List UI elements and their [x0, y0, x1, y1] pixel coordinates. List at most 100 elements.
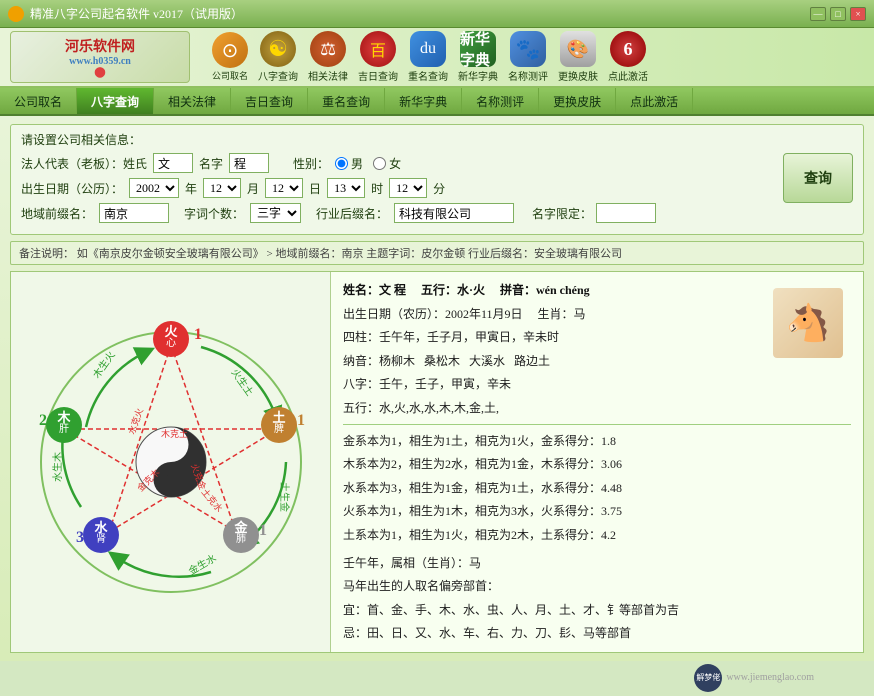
month-label: 月 [247, 180, 259, 197]
toolbar-jiri[interactable]: 百 吉日查询 [356, 29, 400, 85]
year-line: 壬午年，属相（生肖）：马 [343, 553, 851, 575]
toolbar-bazi[interactable]: ☯ 八字查询 [256, 29, 300, 85]
toolbar-jihuo[interactable]: 6 点此激活 [606, 29, 650, 85]
svg-text:土: 土 [272, 410, 285, 425]
region-input[interactable] [99, 203, 169, 223]
nav-bar: 公司取名 八字查询 相关法律 吉日查询 重名查询 新华字典 名称测评 更换皮肤 … [0, 88, 874, 116]
toolbar-mingcheng[interactable]: 🐾 名称测评 [506, 29, 550, 85]
zodiac-section: 壬午年，属相（生肖）：马 马年出生的人取名偏旁部首： 宜：首、金、手、木、水、虫… [343, 553, 851, 645]
bazi-line: 八字：壬午，壬子，甲寅，辛未 [343, 374, 851, 396]
svg-text:水: 水 [94, 520, 108, 535]
legal-rep-label: 法人代表（老板）：姓氏 [21, 155, 147, 172]
gender-female-radio[interactable] [373, 157, 386, 170]
nav-jihuo[interactable]: 点此激活 [616, 88, 693, 114]
name-input[interactable] [229, 153, 269, 173]
svg-text:木: 木 [56, 410, 71, 425]
nav-bazi[interactable]: 八字查询 [77, 88, 154, 114]
svg-text:2: 2 [39, 412, 47, 429]
year-label: 年 [185, 180, 197, 197]
nav-gongsi[interactable]: 公司取名 [0, 88, 77, 114]
toolbar-pf[interactable]: 🎨 更换皮肤 [556, 29, 600, 85]
close-button[interactable]: × [850, 7, 866, 21]
form-fields: 法人代表（老板）：姓氏 名字 性别： 男 女 [21, 153, 775, 228]
industry-label: 行业后缀名： [316, 205, 388, 222]
note-label: 备注说明： [19, 248, 74, 260]
form-row-location: 地域前缀名： 字词个数： 二字 三字 四字 五字 行业后缀名： [21, 203, 775, 223]
svg-text:火生土: 火生土 [228, 366, 256, 398]
hour-label: 时 [371, 180, 383, 197]
gender-female[interactable]: 女 [373, 155, 401, 172]
toolbar-icons: ⊙ 公司取名 ☯ 八字查询 ⚖ 相关法律 百 吉日查询 du 重名查询 新华字典… [210, 29, 650, 85]
toolbar-law[interactable]: ⚖ 相关法律 [306, 29, 350, 85]
maximize-button[interactable]: □ [830, 7, 846, 21]
score-line-3: 水系本为3，相生为1金，相克为1土，水系得分：4.48 [343, 478, 851, 500]
toolbar-baidu[interactable]: ⊙ 公司取名 [210, 30, 250, 84]
gender-label: 性别： [293, 155, 329, 172]
result-text: 🐴 姓名：文 程 五行：水·火 拼音：wén chéng 出生日期（农历）：20… [331, 272, 863, 652]
note-bar: 备注说明： 如《南京皮尔金顿安全玻璃有限公司》 > 地域前缀名：南京 主题字词：… [10, 241, 864, 265]
title-bar: 精准八字公司起名软件 v2017（试用版） — □ × [0, 0, 874, 28]
svg-text:土生金: 土生金 [278, 482, 291, 512]
horse-ji: 宜：首、金、手、木、水、虫、人、月、土、才、钅等部首为吉 [343, 600, 851, 622]
minimize-button[interactable]: — [810, 7, 826, 21]
birth-day-select[interactable]: 12 [265, 178, 303, 198]
score-line-1: 金系本为1，相生为1土，相克为1火，金系得分：1.8 [343, 431, 851, 453]
window-title: 精准八字公司起名软件 v2017（试用版） [30, 5, 243, 22]
svg-text:肝: 肝 [59, 423, 69, 435]
horse-ji2: 忌：田、日、又、水、车、右、力、刀、髟、马等部首 [343, 623, 851, 645]
query-button[interactable]: 查询 [783, 153, 853, 203]
gender-male[interactable]: 男 [335, 155, 363, 172]
score-line-2: 木系本为2，相生为2水，相克为1金，木系得分：3.06 [343, 454, 851, 476]
toolbar-xinhua[interactable]: 新华字典 新华字典 [456, 29, 500, 85]
result-header: 🐴 姓名：文 程 五行：水·火 拼音：wén chéng 出生日期（农历）：20… [343, 280, 851, 420]
charcount-select[interactable]: 二字 三字 四字 五字 [250, 203, 301, 223]
app-icon [8, 6, 24, 22]
industry-input[interactable] [394, 203, 514, 223]
horse-note1: 马年出生的人取名偏旁部首： [343, 576, 851, 598]
logo-bar: 河乐软件网 www.h0359.cn ⬤ ⊙ 公司取名 ☯ 八字查询 ⚖ 相关法… [0, 28, 874, 88]
toolbar-chongming[interactable]: du 重名查询 [406, 29, 450, 85]
svg-text:金: 金 [233, 520, 248, 535]
svg-text:肺: 肺 [236, 533, 246, 545]
name-label: 名字 [199, 155, 223, 172]
svg-text:1: 1 [297, 412, 305, 429]
nav-law[interactable]: 相关法律 [154, 88, 231, 114]
logo: 河乐软件网 www.h0359.cn ⬤ [10, 31, 190, 83]
svg-text:脾: 脾 [274, 422, 284, 435]
main-content: 请设置公司相关信息： 法人代表（老板）：姓氏 名字 性别： 男 [0, 116, 874, 661]
nav-jiri[interactable]: 吉日查询 [231, 88, 308, 114]
svg-text:1: 1 [259, 522, 267, 539]
svg-text:心: 心 [166, 337, 176, 349]
sheng-line: 五行相生：金生水，水生木，木生火，火生土，土生金 [343, 651, 851, 652]
nav-chongming[interactable]: 重名查询 [308, 88, 385, 114]
namelimit-input[interactable] [596, 203, 656, 223]
gender-group: 男 女 [335, 155, 401, 172]
charcount-label: 字词个数： [184, 205, 244, 222]
birth-month-select[interactable]: 12 [203, 178, 241, 198]
minute-label: 分 [433, 180, 445, 197]
diagram-area: 火 心 1 土 脾 1 金 肺 1 水 肾 [11, 272, 331, 652]
svg-text:火: 火 [164, 324, 178, 339]
birth-hour-select[interactable]: 13 [327, 178, 365, 198]
svg-text:肾: 肾 [96, 533, 106, 545]
nav-xinhua[interactable]: 新华字典 [385, 88, 462, 114]
score-line-4: 火系本为1，相生为1木，相克为3水，火系得分：3.75 [343, 501, 851, 523]
logo-site: 河乐软件网 www.h0359.cn ⬤ [65, 36, 135, 78]
zodiac-image: 🐴 [773, 288, 843, 358]
form-section: 请设置公司相关信息： 法人代表（老板）：姓氏 名字 性别： 男 [10, 124, 864, 235]
nav-skin[interactable]: 更换皮肤 [539, 88, 616, 114]
five-elements-svg: 火 心 1 土 脾 1 金 肺 1 水 肾 [26, 317, 316, 607]
scores-section: 金系本为1，相生为1土，相克为1火，金系得分：1.8 木系本为2，相生为2水，相… [343, 431, 851, 547]
region-label: 地域前缀名： [21, 205, 93, 222]
divider1 [343, 424, 851, 425]
gender-male-radio[interactable] [335, 157, 348, 170]
birthdate-label: 出生日期（公历）： [21, 180, 123, 197]
birth-minute-select[interactable]: 12 [389, 178, 427, 198]
birth-year-select[interactable]: 2002 2003 [129, 178, 179, 198]
form-section-title: 请设置公司相关信息： [21, 131, 853, 148]
svg-text:1: 1 [194, 326, 202, 343]
note-text: 如《南京皮尔金顿安全玻璃有限公司》 > 地域前缀名：南京 主题字词：皮尔金顿 行… [77, 248, 622, 260]
nav-pf[interactable]: 名称测评 [462, 88, 539, 114]
form-with-btn: 法人代表（老板）：姓氏 名字 性别： 男 女 [21, 153, 853, 228]
surname-input[interactable] [153, 153, 193, 173]
